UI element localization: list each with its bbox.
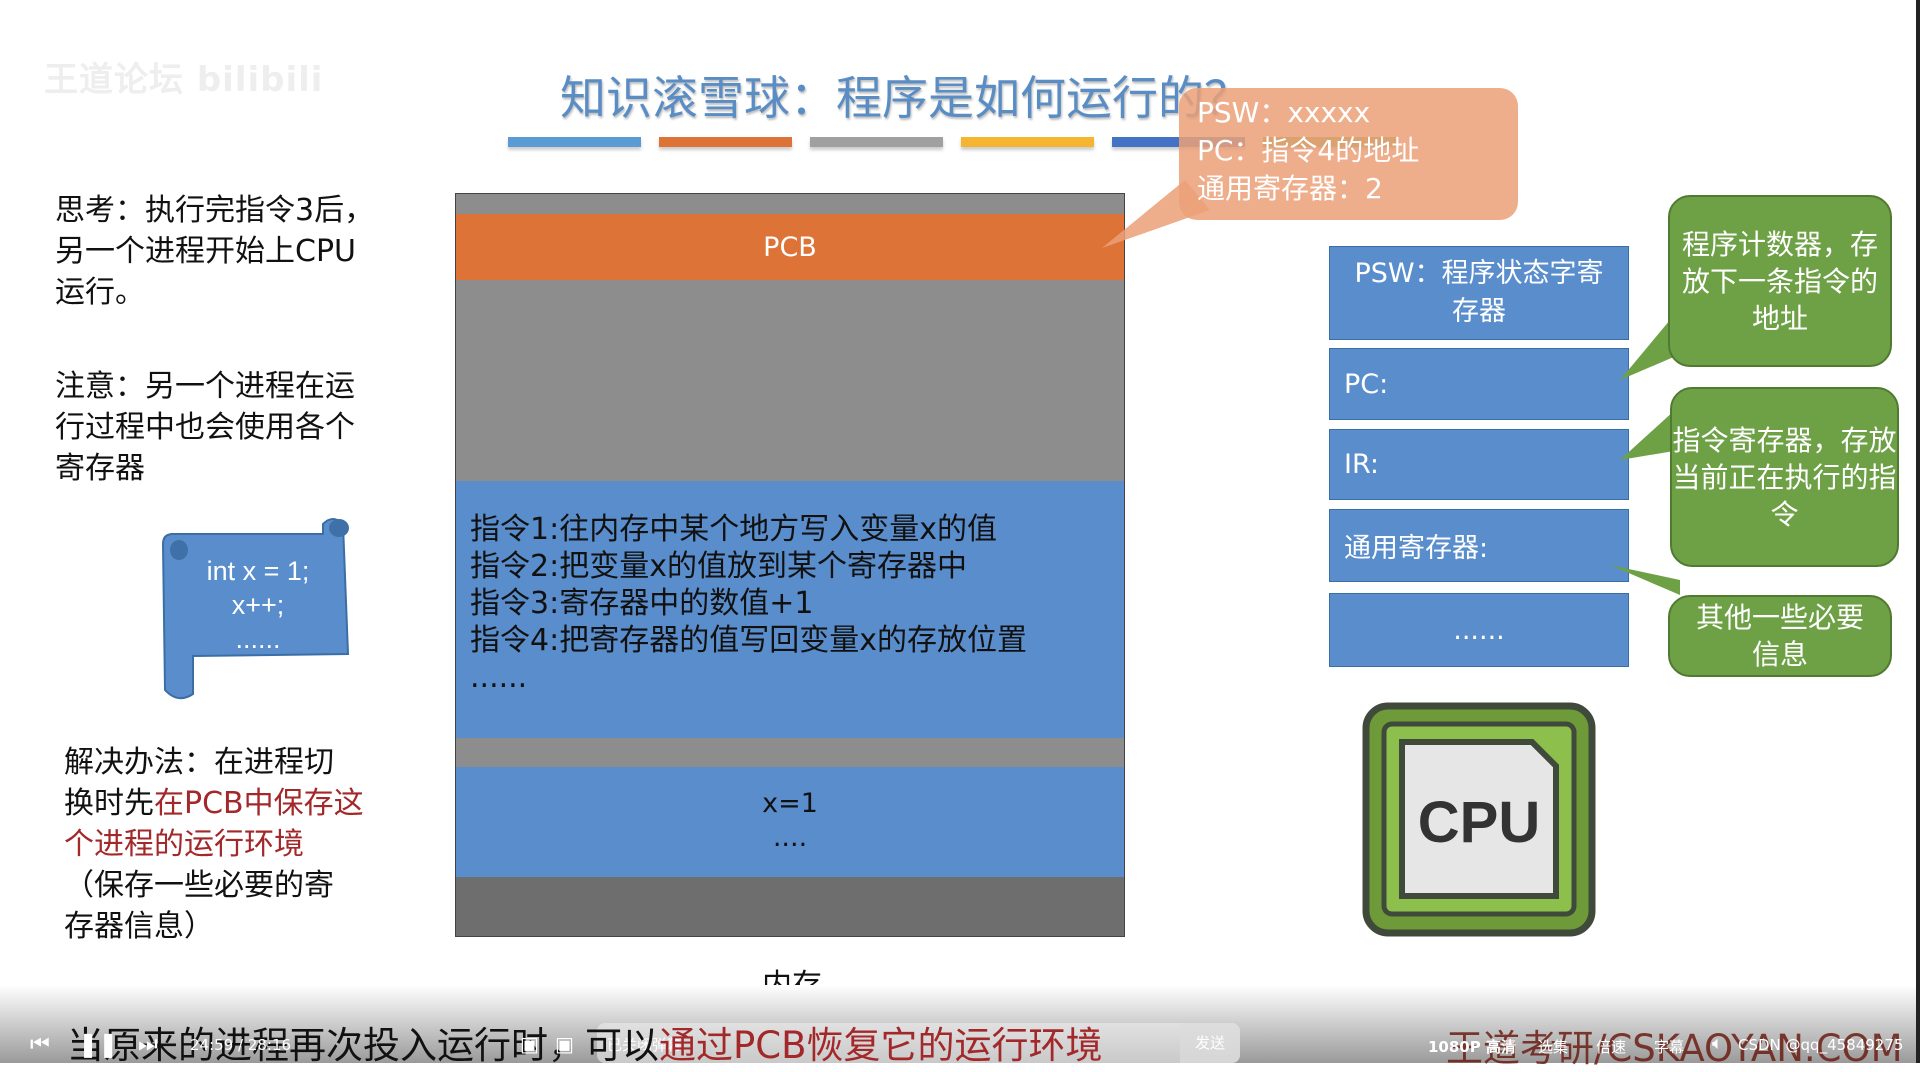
title-bar — [508, 137, 641, 147]
code-line: int x = 1; — [207, 556, 310, 586]
send-button[interactable]: 发送 — [1180, 1023, 1240, 1063]
text-line: 思考：执行完指令3后， — [55, 193, 375, 228]
data-value: .... — [772, 822, 808, 853]
memory-diagram: PCB 指令1:往内存中某个地方写入变量x的值 指令2:把变量x的值放到某个寄存… — [455, 193, 1125, 937]
text-line: 换时先 — [64, 786, 154, 821]
bilibili-watermark: 王道论坛 bilibili — [44, 60, 324, 100]
text-line: 运行。 — [55, 275, 145, 310]
highlight-text: 个进程的运行环境 — [64, 827, 304, 862]
note-ir: 指令寄存器，存放当前正在执行的指令 — [1670, 387, 1899, 567]
register-pc: PC: — [1329, 348, 1629, 420]
text-line: （保存一些必要的寄 — [64, 868, 334, 903]
instruction: 指令2:把变量x的值放到某个寄存器中 — [470, 549, 967, 584]
think-text: 思考：执行完指令3后， 另一个进程开始上CPU 运行。 — [55, 190, 374, 313]
callout-line: PSW：xxxxx — [1197, 96, 1371, 129]
highlight-text: 在PCB中保存这 — [154, 786, 364, 821]
title-bar — [810, 137, 943, 147]
register-more: ...... — [1329, 593, 1629, 667]
instruction: ...... — [470, 660, 528, 695]
text-line: 解决办法：在进程切 — [64, 745, 334, 780]
callout-line: 通用寄存器：2 — [1197, 172, 1383, 205]
register-psw: PSW：程序状态字寄存器 — [1329, 246, 1629, 340]
instruction: 指令4:把寄存器的值写回变量x的存放位置 — [470, 623, 1027, 658]
text-line: 寄存器 — [55, 451, 145, 486]
danmaku-toggle-icon[interactable]: ▣ — [520, 1032, 539, 1056]
note-pc: 程序计数器，存放下一条指令的地址 — [1668, 195, 1892, 367]
title-bar — [961, 137, 1094, 147]
code-line: ...... — [235, 624, 280, 654]
window-edge — [1916, 0, 1920, 1063]
pause-icon[interactable]: ❚❚ — [78, 1030, 118, 1058]
text-line: 行过程中也会使用各个 — [55, 410, 355, 445]
csdn-watermark: CSDN @qq_45849275 — [1738, 1036, 1904, 1054]
cpu-label: CPU — [1418, 790, 1540, 855]
episodes-button[interactable]: 选集 — [1538, 1036, 1568, 1057]
volume-icon[interactable]: 🔈︎ — [1712, 1033, 1723, 1054]
pcb-saved-state-callout: PSW：xxxxx PC：指令4的地址 通用寄存器：2 — [1179, 88, 1518, 220]
next-icon[interactable]: ⏭ — [138, 1032, 158, 1057]
playback-time: 24:59 / 28:16 — [190, 1036, 292, 1054]
text-line: 存器信息） — [64, 909, 214, 944]
text-line: 另一个进程开始上CPU — [55, 234, 356, 269]
instruction-block: 指令1:往内存中某个地方写入变量x的值 指令2:把变量x的值放到某个寄存器中 指… — [456, 481, 1124, 738]
solution-text: 解决办法：在进程切 换时先在PCB中保存这 个进程的运行环境 （保存一些必要的寄… — [64, 742, 364, 947]
danmaku-settings-icon[interactable]: ▣ — [555, 1032, 574, 1056]
note-text: 注意：另一个进程在运 行过程中也会使用各个 寄存器 — [55, 366, 355, 489]
instruction: 指令1:往内存中某个地方写入变量x的值 — [470, 512, 997, 547]
title-bar — [659, 137, 792, 147]
quality-button[interactable]: 1080P 高清 — [1428, 1036, 1516, 1057]
instruction: 指令3:寄存器中的数值+1 — [470, 586, 814, 621]
text-line: 注意：另一个进程在运 — [55, 369, 355, 404]
pcb-block: PCB — [456, 214, 1124, 280]
data-value: x=1 — [762, 788, 818, 819]
caption-highlight: 通过PCB恢复它的运行环境 — [659, 1024, 1103, 1067]
code-line: x++; — [232, 590, 285, 620]
note-general: 其他一些必要信息 — [1668, 595, 1892, 677]
subtitle-button[interactable]: 字幕 — [1654, 1036, 1684, 1057]
memory-free-area — [456, 877, 1124, 936]
cpu-icon: CPU — [1362, 702, 1596, 937]
register-general: 通用寄存器: — [1329, 509, 1629, 582]
data-block: x=1 .... — [456, 767, 1124, 877]
code-scroll: int x = 1; x++; ...... — [161, 518, 350, 700]
callout-line: PC：指令4的地址 — [1197, 134, 1420, 167]
register-ir: IR: — [1329, 429, 1629, 500]
speed-button[interactable]: 倍速 — [1596, 1036, 1626, 1057]
prev-icon[interactable]: ⏮ — [30, 1032, 50, 1057]
